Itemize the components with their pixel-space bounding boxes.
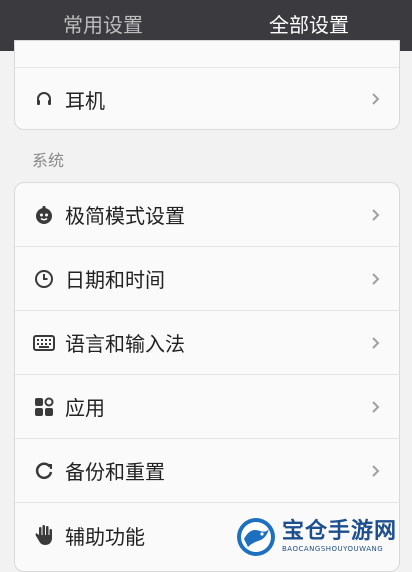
- settings-row-label: 应用: [65, 396, 105, 420]
- settings-row-apps[interactable]: 应用: [15, 375, 399, 439]
- watermark-subtitle: BAOCANGSHOUYOUWANG: [282, 545, 384, 553]
- backup-reset-icon: [33, 460, 55, 482]
- settings-row-minimal-mode[interactable]: 极简模式设置: [15, 183, 399, 247]
- watermark-title: 宝仓手游网: [282, 519, 398, 544]
- apps-icon: [33, 396, 55, 418]
- settings-row-date-time[interactable]: 日期和时间: [15, 247, 399, 311]
- site-watermark: 宝仓手游网 BAOCANGSHOUYOUWANG: [236, 514, 412, 560]
- settings-row-label: 备份和重置: [65, 460, 165, 484]
- keyboard-icon: [33, 332, 55, 354]
- chevron-right-icon: [369, 272, 383, 286]
- settings-row-label: 语言和输入法: [65, 332, 185, 356]
- chevron-right-icon: [369, 92, 383, 106]
- settings-row-label: 耳机: [65, 88, 105, 113]
- headphones-icon: [33, 88, 55, 110]
- settings-row-language-input[interactable]: 语言和输入法: [15, 311, 399, 375]
- chevron-right-icon: [369, 464, 383, 478]
- chevron-right-icon: [369, 400, 383, 414]
- section-title-system: 系统: [32, 151, 65, 170]
- settings-row-label: 日期和时间: [65, 268, 165, 292]
- accessibility-hand-icon: [33, 524, 55, 546]
- previous-row-edge: [15, 41, 399, 68]
- top-settings-card: 耳机: [14, 40, 400, 130]
- chevron-right-icon: [369, 336, 383, 350]
- settings-row-backup-reset[interactable]: 备份和重置: [15, 439, 399, 503]
- minimal-mode-icon: [33, 204, 55, 226]
- clock-icon: [33, 268, 55, 290]
- settings-row-label: 极简模式设置: [65, 204, 185, 228]
- settings-row-headphones[interactable]: 耳机: [15, 68, 399, 129]
- chevron-right-icon: [369, 208, 383, 222]
- watermark-logo-icon: [236, 517, 276, 557]
